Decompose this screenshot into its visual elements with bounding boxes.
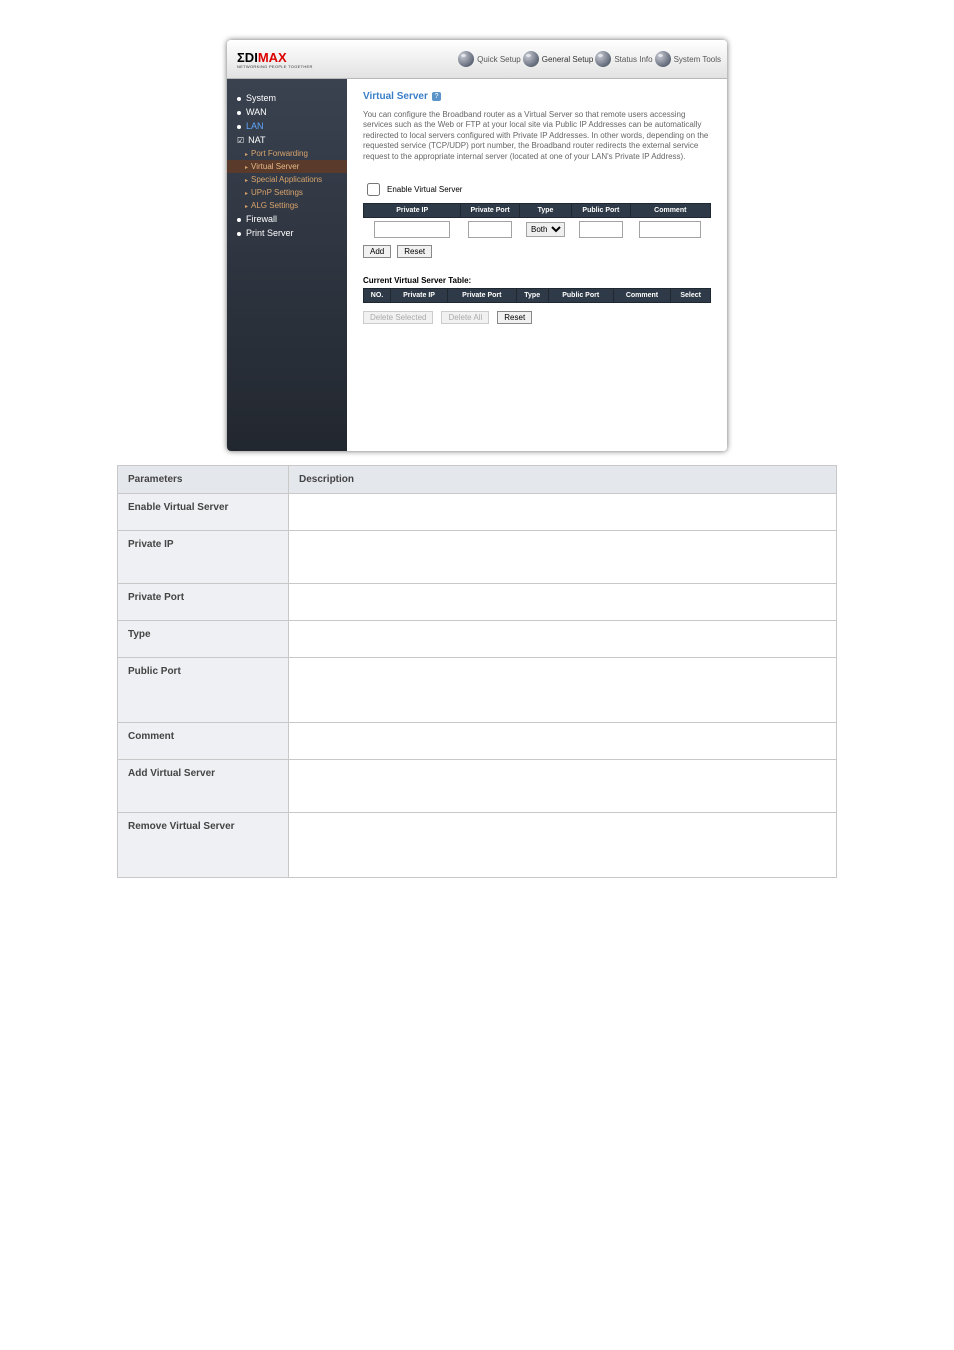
globe-icon <box>523 51 539 67</box>
params-row: Private Port <box>118 584 837 621</box>
params-row: Enable Virtual Server <box>118 494 837 531</box>
current-virtual-server-table: NO. Private IP Private Port Type Public … <box>363 288 711 303</box>
params-row: Comment <box>118 723 837 760</box>
params-header-param: Parameters <box>118 466 289 494</box>
param-desc <box>289 584 837 621</box>
param-name: Private Port <box>118 584 289 621</box>
params-row: Type <box>118 621 837 658</box>
col-private-ip: Private IP <box>364 203 461 217</box>
param-name: Remove Virtual Server <box>118 813 289 878</box>
param-name: Comment <box>118 723 289 760</box>
reset-bottom-button[interactable]: Reset <box>497 311 532 324</box>
param-desc <box>289 531 837 584</box>
param-desc <box>289 723 837 760</box>
enable-virtual-server-label: Enable Virtual Server <box>387 185 462 194</box>
enable-virtual-server-row: Enable Virtual Server <box>363 180 711 199</box>
nav-general-setup[interactable]: General Setup <box>523 51 594 67</box>
sidebar-item-firewall[interactable]: Firewall <box>227 212 347 226</box>
main-nav: Quick Setup General Setup Status Info Sy… <box>458 51 727 67</box>
params-row: Remove Virtual Server <box>118 813 837 878</box>
sidebar-item-alg-settings[interactable]: ALG Settings <box>227 199 347 212</box>
sidebar-item-wan[interactable]: WAN <box>227 105 347 119</box>
page-description: You can configure the Broadband router a… <box>363 110 711 162</box>
page-title: Virtual Server <box>363 91 428 102</box>
cur-col-select: Select <box>671 288 711 302</box>
sidebar-item-lan[interactable]: LAN <box>227 119 347 133</box>
sidebar-item-system[interactable]: System <box>227 91 347 105</box>
nav-status-info[interactable]: Status Info <box>595 51 652 67</box>
virtual-server-input-table: Private IP Private Port Type Public Port… <box>363 203 711 241</box>
private-ip-input[interactable] <box>374 221 450 238</box>
delete-selected-button[interactable]: Delete Selected <box>363 311 433 324</box>
param-name: Add Virtual Server <box>118 760 289 813</box>
cur-col-public-port: Public Port <box>548 288 613 302</box>
comment-input[interactable] <box>639 221 701 238</box>
sidebar-item-port-forwarding[interactable]: Port Forwarding <box>227 147 347 160</box>
cur-col-private-port: Private Port <box>448 288 517 302</box>
cur-col-comment: Comment <box>613 288 671 302</box>
nav-system-tools[interactable]: System Tools <box>655 51 721 67</box>
params-row: Private IP <box>118 531 837 584</box>
globe-icon <box>458 51 474 67</box>
param-name: Enable Virtual Server <box>118 494 289 531</box>
enable-virtual-server-checkbox[interactable] <box>367 183 380 196</box>
col-private-port: Private Port <box>461 203 519 217</box>
params-row: Public Port <box>118 658 837 723</box>
param-name: Public Port <box>118 658 289 723</box>
brand-logo: ΣDIMAX NETWORKING PEOPLE TOGETHER <box>227 47 323 71</box>
col-type: Type <box>519 203 571 217</box>
sidebar-item-print-server[interactable]: Print Server <box>227 226 347 240</box>
sidebar: System WAN LAN NAT Port Forwarding Virtu… <box>227 79 347 451</box>
param-name: Type <box>118 621 289 658</box>
globe-icon <box>595 51 611 67</box>
cur-col-private-ip: Private IP <box>390 288 447 302</box>
params-header-desc: Description <box>289 466 837 494</box>
delete-all-button[interactable]: Delete All <box>441 311 489 324</box>
col-public-port: Public Port <box>572 203 630 217</box>
reset-button[interactable]: Reset <box>397 245 432 258</box>
nav-quick-setup[interactable]: Quick Setup <box>458 51 521 67</box>
add-button[interactable]: Add <box>363 245 391 258</box>
col-comment: Comment <box>630 203 710 217</box>
param-desc <box>289 621 837 658</box>
current-table-title: Current Virtual Server Table: <box>363 276 711 285</box>
param-name: Private IP <box>118 531 289 584</box>
app-header: ΣDIMAX NETWORKING PEOPLE TOGETHER Quick … <box>227 40 727 79</box>
params-row: Add Virtual Server <box>118 760 837 813</box>
sidebar-item-special-applications[interactable]: Special Applications <box>227 173 347 186</box>
param-desc <box>289 494 837 531</box>
param-desc <box>289 658 837 723</box>
cur-col-no: NO. <box>364 288 391 302</box>
router-app: ΣDIMAX NETWORKING PEOPLE TOGETHER Quick … <box>227 40 727 451</box>
help-icon[interactable]: ? <box>432 92 441 101</box>
sidebar-item-nat[interactable]: NAT <box>227 133 347 147</box>
sidebar-item-virtual-server[interactable]: Virtual Server <box>227 160 347 173</box>
param-desc <box>289 813 837 878</box>
cur-col-type: Type <box>516 288 548 302</box>
type-select[interactable]: Both TCP UDP <box>526 222 565 237</box>
public-port-input[interactable] <box>579 221 623 238</box>
globe-icon <box>655 51 671 67</box>
private-port-input[interactable] <box>468 221 512 238</box>
sidebar-item-upnp-settings[interactable]: UPnP Settings <box>227 186 347 199</box>
param-desc <box>289 760 837 813</box>
main-content: Virtual Server ? You can configure the B… <box>347 79 727 451</box>
input-row: Both TCP UDP <box>364 217 711 241</box>
parameters-table: Parameters Description Enable Virtual Se… <box>117 465 837 878</box>
